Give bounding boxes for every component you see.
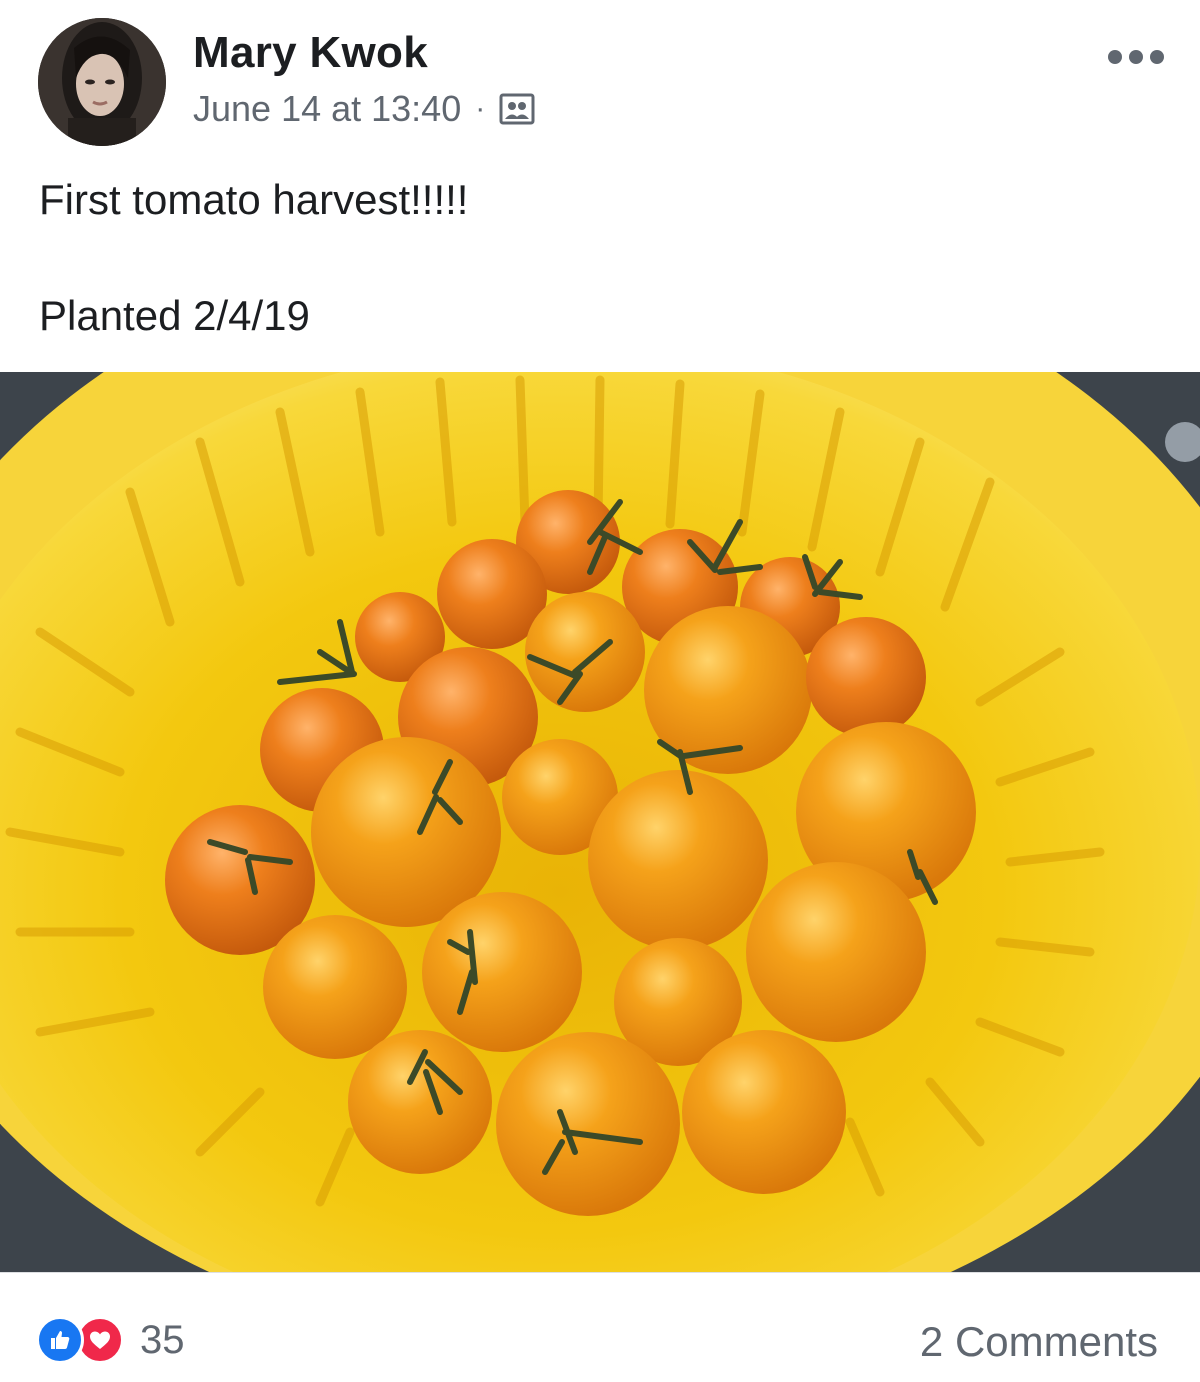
post-text: First tomato harvest!!!!! Planted 2/4/19 — [39, 172, 468, 344]
reaction-count: 35 — [140, 1317, 185, 1362]
avatar-image — [38, 18, 166, 146]
more-dot — [1129, 50, 1143, 64]
tomato-colander-image — [0, 372, 1200, 1272]
comments-count-link[interactable]: 2 Comments — [920, 1318, 1158, 1366]
post-footer: 35 2 Comments — [0, 1272, 1200, 1382]
more-dot — [1150, 50, 1164, 64]
post-photo[interactable] — [0, 372, 1200, 1272]
friends-icon[interactable] — [499, 91, 535, 127]
post-header: Mary Kwok June 14 at 13:40 · — [0, 0, 1200, 160]
post-timestamp[interactable]: June 14 at 13:40 — [193, 88, 461, 130]
reactions-summary[interactable]: 35 — [36, 1316, 185, 1364]
author-name[interactable]: Mary Kwok — [193, 28, 428, 78]
more-options-icon[interactable] — [1108, 42, 1164, 72]
meta-separator: · — [475, 92, 486, 125]
like-icon — [36, 1316, 84, 1364]
more-dot — [1108, 50, 1122, 64]
author-avatar[interactable] — [38, 18, 166, 146]
post-text-line: Planted 2/4/19 — [39, 292, 310, 339]
post-text-line: First tomato harvest!!!!! — [39, 176, 469, 223]
post-meta: June 14 at 13:40 · — [193, 88, 535, 130]
